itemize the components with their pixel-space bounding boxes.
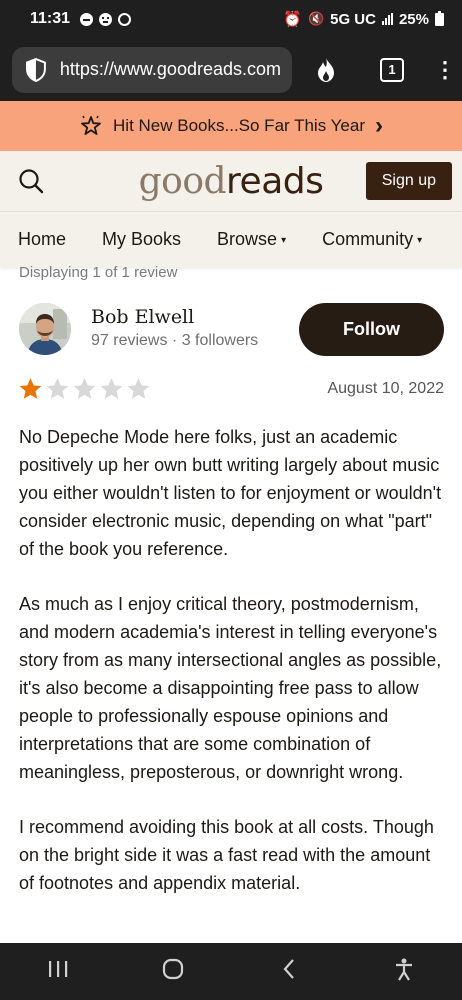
- network-label: 5G UC: [330, 10, 376, 28]
- review-paragraph: No Depeche Mode here folks, just an acad…: [19, 427, 442, 559]
- review-date[interactable]: August 10, 2022: [327, 380, 444, 398]
- notification-face-icon: [99, 12, 113, 26]
- reviewer-name[interactable]: Bob Elwell: [91, 306, 194, 328]
- star-rating: [17, 376, 152, 402]
- star-empty-icon: [46, 378, 69, 399]
- nav-item-home[interactable]: Home: [18, 229, 66, 250]
- review-paragraph: As much as I enjoy critical theory, post…: [19, 594, 442, 782]
- accessibility-icon[interactable]: [374, 957, 434, 987]
- star-empty-icon: [127, 378, 150, 399]
- status-time: 11:31: [30, 10, 71, 27]
- alarm-icon: ⏰: [283, 11, 302, 28]
- review-paragraph: I recommend avoiding this book at all co…: [19, 817, 434, 893]
- caret-down-icon: ▾: [417, 235, 423, 246]
- back-icon[interactable]: [259, 958, 319, 986]
- follow-button[interactable]: Follow: [299, 303, 444, 356]
- battery-label: 25%: [398, 10, 429, 28]
- recent-apps-icon[interactable]: [28, 959, 88, 985]
- system-nav-bar: [0, 943, 462, 1000]
- star-filled-icon: [19, 378, 42, 399]
- flame-icon[interactable]: [314, 57, 338, 83]
- sign-up-button[interactable]: Sign up: [365, 162, 452, 200]
- battery-icon: [435, 10, 444, 26]
- nav-item-community[interactable]: Community ▾: [322, 229, 422, 250]
- star-empty-icon: [73, 378, 96, 399]
- main-nav: Home My Books Browse ▾ Community ▾: [0, 211, 462, 267]
- avatar-photo: [19, 303, 71, 355]
- site-header: goodreads Sign up: [0, 151, 462, 211]
- nav-item-my-books[interactable]: My Books: [102, 229, 181, 250]
- tab-switcher-button[interactable]: 1: [380, 57, 404, 82]
- search-icon[interactable]: [18, 168, 44, 194]
- chevron-right-icon: ›: [374, 112, 383, 139]
- promo-text: Hit New Books...So Far This Year: [113, 116, 365, 135]
- url-text: https://www.goodreads.com: [59, 59, 280, 79]
- address-bar[interactable]: https://www.goodreads.com: [12, 46, 292, 93]
- promo-banner[interactable]: Hit New Books...So Far This Year ›: [0, 101, 462, 151]
- home-icon[interactable]: [143, 958, 203, 986]
- browser-toolbar: https://www.goodreads.com 1 ⋮: [0, 38, 462, 101]
- signal-icon: [381, 13, 393, 25]
- status-bar: 11:31 ⏰ 🔇 5G UC 25%: [0, 0, 462, 38]
- review-count-label: Displaying 1 of 1 review: [19, 264, 178, 281]
- caret-down-icon: ▾: [281, 235, 287, 246]
- settings-notification-icon: [118, 12, 132, 26]
- shield-icon: [25, 57, 46, 82]
- nav-item-browse[interactable]: Browse ▾: [217, 229, 286, 250]
- review-text: No Depeche Mode here folks, just an acad…: [19, 423, 449, 924]
- do-not-disturb-icon: [80, 12, 94, 26]
- sparkle-star-icon: [81, 115, 101, 135]
- star-empty-icon: [100, 378, 123, 399]
- avatar[interactable]: [19, 303, 71, 355]
- reviewer-stats: 97 reviews · 3 followers: [91, 332, 259, 349]
- more-menu-icon[interactable]: ⋮: [434, 57, 456, 83]
- mute-icon: 🔇: [307, 11, 325, 26]
